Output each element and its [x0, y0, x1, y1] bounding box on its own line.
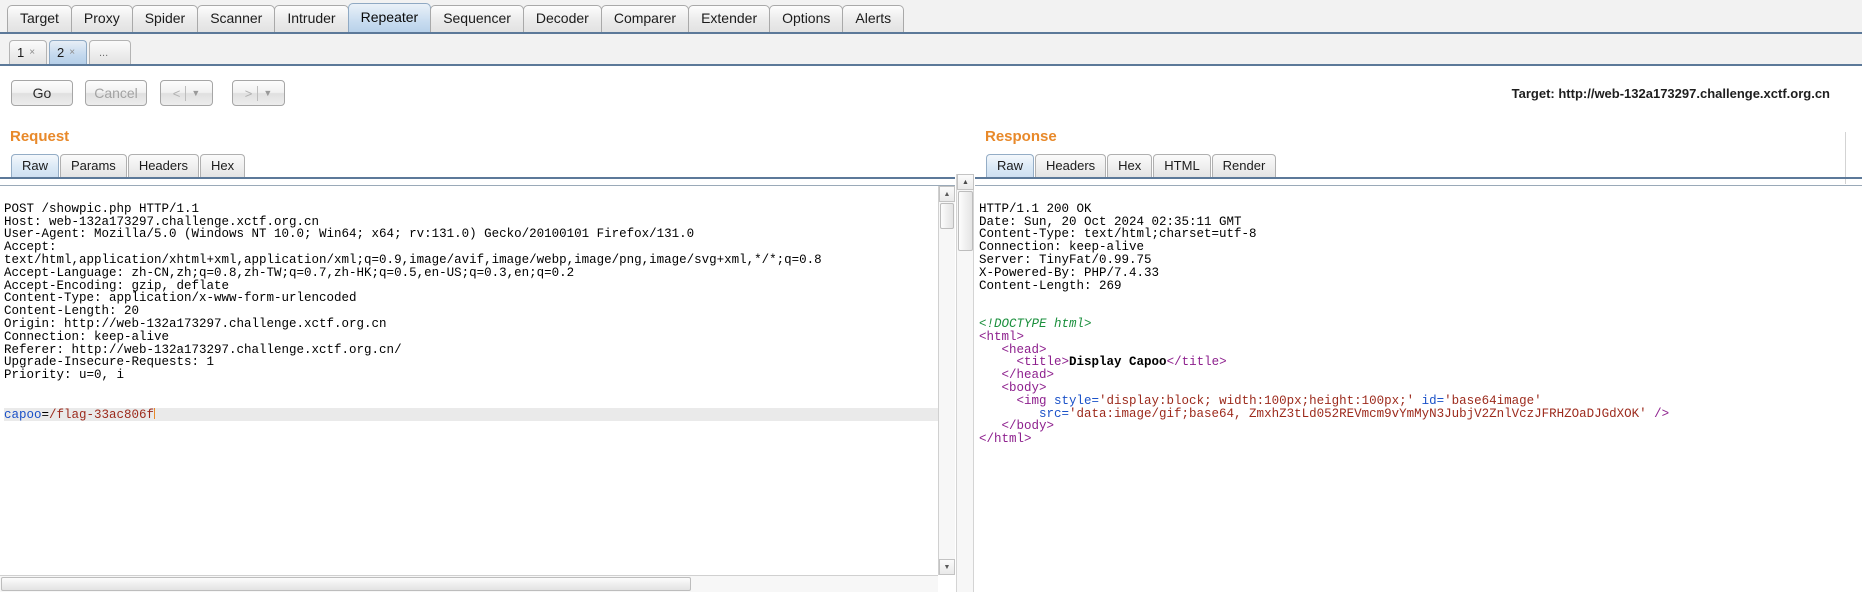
repeater-tab-2[interactable]: 2 ×	[49, 40, 87, 64]
request-line: Priority: u=0, i	[4, 368, 125, 383]
go-button[interactable]: Go	[11, 80, 73, 106]
repeater-tab-2-label: 2	[57, 44, 65, 60]
response-line: Server: TinyFat/0.99.75	[979, 252, 1152, 267]
main-tab-bar: Target Proxy Spider Scanner Intruder Rep…	[0, 0, 1862, 34]
request-line: POST /showpic.php HTTP/1.1	[4, 201, 200, 216]
request-tab-raw[interactable]: Raw	[11, 154, 60, 177]
request-tab-params[interactable]: Params	[60, 154, 127, 177]
response-tab-raw[interactable]: Raw	[986, 154, 1035, 177]
request-line: Content-Type: application/x-www-form-url…	[4, 291, 357, 306]
scroll-up-icon[interactable]: ▲	[939, 186, 955, 202]
request-blank-line	[4, 382, 938, 395]
target-label: Target: http://web-132a173297.challenge.…	[1511, 86, 1830, 101]
close-icon[interactable]: ×	[69, 47, 75, 58]
response-tab-headers[interactable]: Headers	[1035, 154, 1107, 177]
request-tab-headers[interactable]: Headers	[127, 154, 199, 177]
main-tab-proxy[interactable]: Proxy	[70, 5, 133, 32]
response-blank-line	[979, 292, 1862, 305]
scroll-thumb[interactable]	[940, 203, 954, 229]
main-tab-extender[interactable]: Extender	[688, 5, 771, 32]
chevron-down-icon[interactable]: ▼	[191, 88, 200, 98]
response-tab-hex[interactable]: Hex	[1107, 154, 1153, 177]
main-tab-sequencer[interactable]: Sequencer	[430, 5, 524, 32]
request-pane: Request Raw Params Headers Hex POST /sho…	[0, 126, 955, 592]
request-line: User-Agent: Mozilla/5.0 (Windows NT 10.0…	[4, 227, 695, 242]
repeater-tab-bar: 1 × 2 × ...	[0, 34, 1862, 66]
response-line: Content-Length: 269	[979, 278, 1122, 293]
back-button[interactable]: < ▼	[160, 80, 213, 106]
title-tag-close: </title>	[1166, 355, 1227, 370]
img-tag-close: />	[1654, 406, 1670, 421]
close-icon[interactable]: ×	[29, 47, 35, 58]
main-tab-repeater[interactable]: Repeater	[347, 3, 432, 32]
request-editor[interactable]: POST /showpic.php HTTP/1.1 Host: web-132a…	[0, 186, 938, 575]
request-line: Connection: keep-alive	[4, 329, 170, 344]
main-tab-options[interactable]: Options	[769, 5, 844, 32]
response-body-line: <title>Display Capoo</title>	[979, 356, 1862, 369]
request-tab-bar: Raw Params Headers Hex	[0, 154, 955, 179]
response-body-line: <html>	[979, 330, 1862, 344]
request-blank-line	[4, 395, 938, 408]
body-param-equals: =	[41, 407, 50, 422]
outer-vertical-scrollbar[interactable]: ▲	[956, 174, 974, 592]
scroll-down-icon[interactable]: ▼	[939, 559, 955, 575]
chevron-left-icon: <	[172, 85, 181, 101]
response-line: HTTP/1.1 200 OK	[979, 201, 1092, 216]
request-editor-wrap: POST /showpic.php HTTP/1.1 Host: web-132a…	[0, 185, 955, 592]
response-editor-wrap: HTTP/1.1 200 OK Date: Sun, 20 Oct 2024 02…	[975, 185, 1862, 592]
request-title: Request	[10, 128, 70, 145]
response-body-line: <!DOCTYPE html>	[979, 318, 1862, 331]
response-line: X-Powered-By: PHP/7.4.33	[979, 265, 1160, 280]
request-line: Upgrade-Insecure-Requests: 1	[4, 355, 215, 370]
main-tab-spider[interactable]: Spider	[131, 5, 199, 32]
main-tab-scanner[interactable]: Scanner	[197, 5, 276, 32]
request-vertical-scrollbar[interactable]: ▲ ▼	[938, 186, 955, 575]
body-param-value: /flag-33ac806f	[49, 407, 155, 422]
main-tab-target[interactable]: Target	[7, 5, 72, 32]
response-body-line: </head>	[979, 369, 1862, 382]
repeater-tab-1-label: 1	[17, 44, 25, 60]
request-tab-hex[interactable]: Hex	[199, 154, 246, 177]
response-body-line: </html>	[979, 433, 1862, 446]
response-editor[interactable]: HTTP/1.1 200 OK Date: Sun, 20 Oct 2024 02…	[975, 186, 1862, 592]
chevron-down-icon[interactable]: ▼	[263, 88, 272, 98]
response-blank-line	[979, 305, 1862, 318]
text-cursor	[154, 407, 156, 419]
response-body-line: src='data:image/gif;base64, ZmxhZ3tLd052…	[979, 406, 1862, 421]
response-tab-render[interactable]: Render	[1211, 154, 1277, 177]
request-line: Accept-Language: zh-CN,zh;q=0.8,zh-TW;q=…	[4, 265, 575, 280]
chevron-right-icon: >	[244, 85, 253, 101]
title-text: Display Capoo	[1069, 355, 1167, 370]
main-tab-alerts[interactable]: Alerts	[842, 5, 905, 32]
request-line: Origin: http://web-132a173297.challenge.…	[4, 316, 387, 331]
request-body-line[interactable]: capoo=/flag-33ac806f	[4, 407, 938, 422]
action-toolbar: Go Cancel < ▼ > ▼ Target: http://web-132…	[0, 66, 1862, 184]
body-param-name: capoo	[4, 407, 42, 422]
scroll-thumb[interactable]	[1, 577, 691, 591]
img-src-value: 'data:image/gif;base64, ZmxhZ3tLd052REVm…	[1069, 406, 1647, 421]
repeater-tab-new[interactable]: ...	[89, 40, 131, 64]
main-tab-comparer[interactable]: Comparer	[600, 5, 690, 32]
scroll-up-icon[interactable]: ▲	[957, 174, 974, 190]
divider	[257, 85, 259, 101]
scroll-thumb[interactable]	[958, 191, 973, 251]
html-tag-close: </html>	[979, 432, 1032, 447]
main-tab-decoder[interactable]: Decoder	[522, 5, 602, 32]
forward-button[interactable]: > ▼	[232, 80, 285, 106]
response-title: Response	[985, 128, 1057, 145]
response-tab-html[interactable]: HTML	[1153, 154, 1211, 177]
request-horizontal-scrollbar[interactable]	[0, 575, 938, 592]
request-line: text/html,application/xhtml+xml,applicat…	[4, 252, 822, 267]
repeater-tab-1[interactable]: 1 ×	[9, 40, 47, 64]
main-tab-intruder[interactable]: Intruder	[274, 5, 349, 32]
response-tab-bar: Raw Headers Hex HTML Render	[975, 154, 1862, 179]
divider	[185, 85, 187, 101]
response-body-line: </body>	[979, 420, 1862, 433]
response-pane: Response Raw Headers Hex HTML Render HTT…	[975, 126, 1862, 592]
cancel-button[interactable]: Cancel	[85, 80, 147, 106]
